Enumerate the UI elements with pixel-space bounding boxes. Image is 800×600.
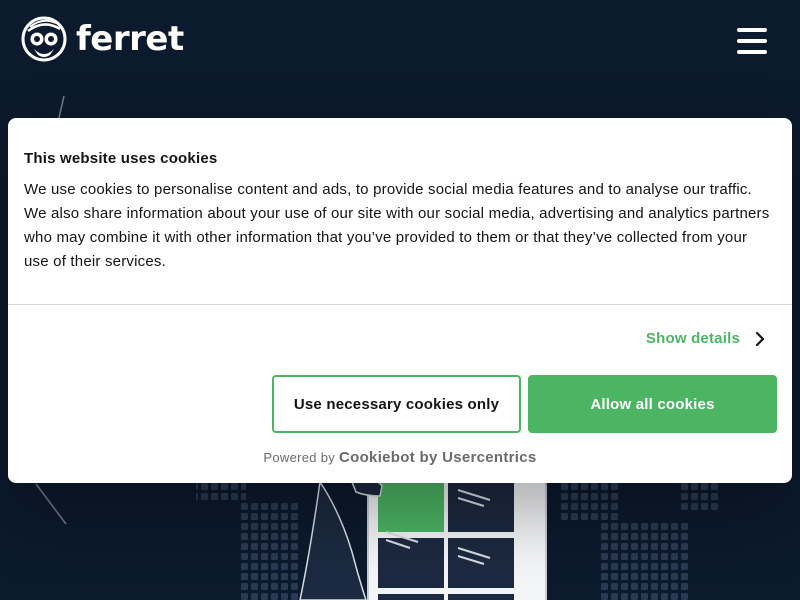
powered-by-footer: Powered by Cookiebot by Usercentrics: [8, 449, 792, 466]
menu-button[interactable]: [734, 26, 770, 56]
divider: [8, 304, 792, 305]
cookie-consent-dialog: This website uses cookies We use cookies…: [8, 118, 792, 483]
show-details-link[interactable]: Show details: [646, 330, 766, 347]
site-header: ferret: [0, 0, 800, 82]
hamburger-menu-icon-line: [737, 39, 767, 43]
cookiebot-brand-link[interactable]: Cookiebot by Usercentrics: [339, 449, 537, 466]
logo-text: ferret: [76, 19, 184, 59]
cookie-dialog-title: This website uses cookies: [24, 150, 218, 167]
ferret-face-icon: [21, 16, 67, 62]
show-details-label: Show details: [645, 330, 740, 347]
chevron-right-icon: [755, 331, 765, 346]
allow-all-cookies-button[interactable]: Allow all cookies: [528, 375, 777, 433]
hamburger-menu-icon-line: [737, 50, 767, 54]
cookie-dialog-body: We use cookies to personalise content an…: [24, 181, 770, 270]
use-necessary-cookies-button[interactable]: Use necessary cookies only: [272, 375, 521, 433]
ferret-logo[interactable]: ferret: [20, 14, 184, 64]
powered-by-prefix: Powered by: [263, 450, 336, 465]
hamburger-menu-icon: [737, 28, 767, 32]
